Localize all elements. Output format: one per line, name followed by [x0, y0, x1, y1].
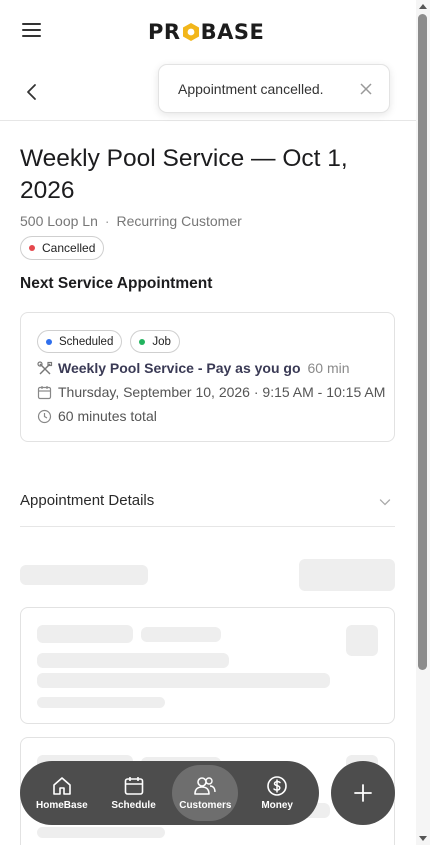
nav-label-customers: Customers — [179, 800, 232, 811]
status-badge: Cancelled — [20, 236, 105, 260]
total-duration-text: 60 minutes total — [58, 408, 157, 424]
service-name: Weekly Pool Service - Pay as you go — [58, 360, 301, 376]
date-row: Thursday, September 10, 2026 · 9:15 AM -… — [37, 384, 385, 400]
nav-label-money: Money — [261, 800, 293, 811]
appointment-details-label: Appointment Details — [20, 492, 155, 509]
bottom-nav: HomeBase Schedule Customers Money — [20, 761, 319, 825]
chevron-down-icon — [379, 495, 391, 507]
vertical-scrollbar[interactable] — [416, 0, 430, 845]
dollar-icon — [267, 776, 287, 796]
app-screen: PR BASE Appointment cancelled. Weekly Po… — [0, 0, 416, 845]
appointment-meta: 500 Loop Ln · Recurring Customer — [20, 213, 242, 229]
toast-notification: Appointment cancelled. — [158, 64, 390, 113]
calendar-icon — [124, 777, 143, 795]
scheduled-dot-icon — [46, 338, 52, 345]
scheduled-label: Scheduled — [59, 335, 114, 348]
tools-icon — [37, 360, 53, 376]
skeleton-button — [299, 559, 395, 591]
address-text: 500 Loop Ln — [20, 213, 98, 229]
status-label: Cancelled — [42, 241, 96, 255]
calendar-icon — [37, 385, 52, 400]
skeleton-card — [20, 607, 395, 724]
scrollbar-thumb[interactable] — [418, 14, 427, 670]
customer-type-text: Recurring Customer — [116, 213, 242, 229]
skeleton-bar — [20, 565, 148, 585]
date-time-text: Thursday, September 10, 2026 · 9:15 AM -… — [58, 384, 386, 400]
job-dot-icon — [139, 338, 146, 345]
clock-icon — [37, 409, 52, 424]
job-badge: Job — [130, 330, 180, 353]
separator-dot: · — [104, 213, 110, 229]
skeleton-bar — [37, 673, 330, 688]
probase-logo: PR BASE — [148, 20, 265, 44]
next-service-card[interactable]: Scheduled Job Weekly Pool Service - Pay … — [20, 312, 395, 442]
scroll-down-arrow-icon[interactable] — [419, 836, 427, 841]
close-icon[interactable] — [359, 82, 373, 96]
skeleton-bar — [141, 627, 221, 642]
appointment-details-accordion[interactable]: Appointment Details — [20, 475, 395, 527]
skeleton-bar — [37, 827, 165, 838]
skeleton-bar — [37, 697, 165, 708]
total-row: 60 minutes total — [37, 408, 157, 424]
nav-item-money[interactable]: Money — [241, 765, 313, 821]
nav-item-homebase[interactable]: HomeBase — [26, 765, 98, 821]
scheduled-badge: Scheduled — [37, 330, 123, 353]
plus-icon — [354, 784, 372, 802]
toast-message: Appointment cancelled. — [178, 80, 324, 97]
service-duration: 60 min — [307, 360, 350, 376]
nav-label-homebase: HomeBase — [36, 800, 88, 811]
nav-label-schedule: Schedule — [111, 800, 156, 811]
skeleton-square — [346, 625, 378, 656]
service-row: Weekly Pool Service - Pay as you go 60 m… — [37, 360, 350, 376]
scroll-up-arrow-icon[interactable] — [419, 4, 427, 9]
menu-icon[interactable] — [22, 22, 42, 38]
users-icon — [194, 777, 217, 795]
nav-item-schedule[interactable]: Schedule — [98, 765, 170, 821]
next-service-heading: Next Service Appointment — [20, 275, 213, 292]
top-bar: PR BASE — [0, 0, 416, 62]
job-label: Job — [152, 335, 171, 348]
back-chevron-icon[interactable] — [22, 82, 42, 102]
status-dot-icon — [29, 245, 35, 251]
page-title: Weekly Pool Service — Oct 1, 2026 — [20, 145, 348, 204]
skeleton-bar — [37, 653, 229, 668]
add-button[interactable] — [331, 761, 395, 825]
skeleton-bar — [37, 625, 133, 643]
next-service-badges: Scheduled Job — [37, 330, 180, 353]
nav-item-customers[interactable]: Customers — [172, 765, 239, 821]
home-icon — [53, 777, 71, 795]
logo-hexagon-icon — [182, 22, 200, 42]
